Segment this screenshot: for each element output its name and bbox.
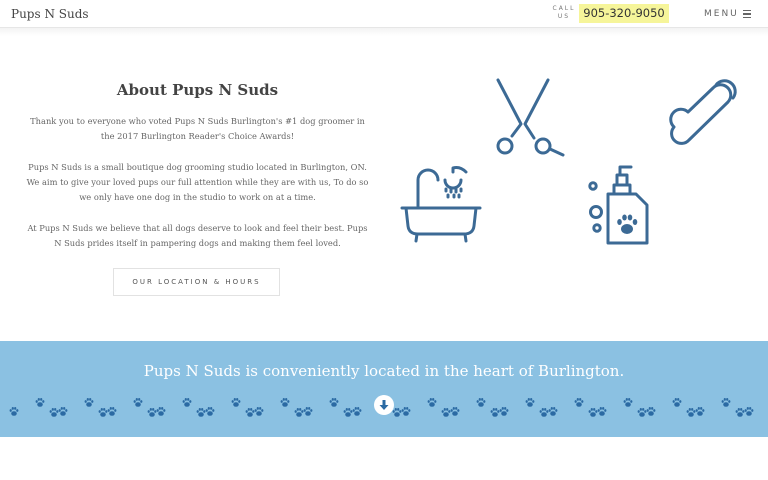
scroll-down-button[interactable] [374,395,394,415]
paw-print-icon [672,398,682,407]
about-paragraph-studio: Pups N Suds is a small boutique dog groo… [26,162,369,202]
paw-print-icon [548,407,558,416]
paw-print-icon [329,398,339,407]
paw-print-icon [686,408,696,417]
paw-print-icon [490,408,500,417]
scissors-icon [496,78,565,157]
paw-print-icon [623,398,633,407]
paw-print-icon [182,398,192,407]
paw-print-icon [401,407,411,416]
menu-button[interactable]: MENU [704,9,751,19]
paw-print-icon [303,407,313,416]
paw-print-icon [84,398,94,407]
hamburger-icon [742,10,751,18]
paw-print-icon [9,407,19,416]
about-title: About Pups N Suds [116,81,279,99]
call-us-label: CALL US [552,5,576,20]
location-hours-button[interactable]: OUR LOCATION & HOURS [113,268,280,296]
paw-print-icon [588,408,598,417]
paw-print-icon [450,407,460,416]
paw-print-icon [499,407,509,416]
paw-print-icon [735,408,745,417]
paw-print-icon [245,408,255,417]
paw-print-icon [392,408,402,417]
paw-print-icon [254,407,264,416]
about-paragraph-awards: Thank you to everyone who voted Pups N S… [30,116,365,141]
paw-print-icon [539,408,549,417]
paw-print-icon [156,407,166,416]
paw-print-icon [35,398,45,407]
paw-print-icon [441,408,451,417]
site-header: Pups N Suds CALL US 905-320-9050 MENU [0,0,768,28]
paw-print-icon [476,398,486,407]
menu-label: MENU [704,9,739,19]
paw-print-icon [107,407,117,416]
bone-icon [669,79,737,145]
paw-print-icon [231,398,241,407]
arrow-down-icon [379,400,389,410]
paw-print-icon [58,407,68,416]
paw-print-icon [721,398,731,407]
paw-print-icon [49,408,59,417]
banner-text: Pups N Suds is conveniently located in t… [143,362,625,380]
paw-print-icon [525,398,535,407]
paw-print-icon [196,408,206,417]
paw-print-icon [637,408,647,417]
paw-print-icon [427,398,437,407]
paw-print-icon [133,398,143,407]
paw-print-icon [98,408,108,417]
paw-print-icon [294,408,304,417]
paw-print-icon [147,408,157,417]
bathtub-shower-icon [400,166,482,243]
paw-print-icon [646,407,656,416]
paw-print-icon [352,407,362,416]
paw-print-icon [343,408,353,417]
paw-print-icon [597,407,607,416]
paw-print-icon [205,407,215,416]
location-banner: Pups N Suds is conveniently located in t… [0,341,768,437]
paw-print-icon [280,398,290,407]
phone-number-link[interactable]: 905-320-9050 [579,4,669,23]
site-logo[interactable]: Pups N Suds [11,7,89,21]
about-paragraph-belief: At Pups N Suds we believe that all dogs … [27,223,368,248]
shampoo-bottle-icon [588,165,649,245]
paw-print-icon [574,398,584,407]
paw-print-icon [744,407,754,416]
header-shadow [0,28,768,36]
paw-print-icon [695,407,705,416]
